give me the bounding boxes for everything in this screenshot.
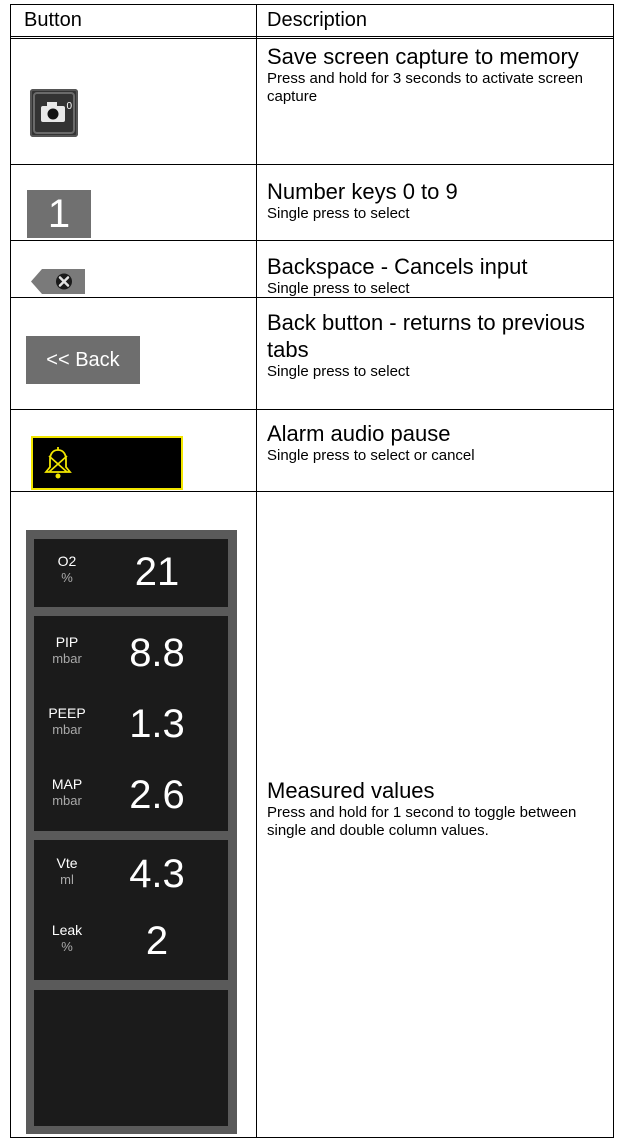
row-title: Back button - returns to previous tabs	[267, 310, 585, 362]
measure-unit: ml	[60, 872, 74, 887]
value-group-empty	[34, 990, 228, 1126]
row-subtitle: Press and hold for 1 second to toggle be…	[267, 804, 577, 839]
header-button: Button	[24, 9, 82, 31]
measure-label: Leak	[51, 922, 83, 938]
row-subtitle: Single press to select	[267, 205, 410, 222]
measured-values-panel[interactable]: O2 % 21 PIP mbar 8.8 PEEP mbar 1.3 MAP m…	[26, 530, 237, 1134]
help-table: Button Description 0 Save screen capture…	[10, 4, 614, 1138]
measure-value: 1.3	[129, 702, 185, 746]
row-measured-values: Measured values Press and hold for 1 sec…	[267, 777, 607, 840]
alarm-pause-button[interactable]	[31, 436, 183, 490]
back-button[interactable]: << Back	[26, 336, 140, 384]
screen-capture-button[interactable]: 0	[30, 89, 78, 137]
measure-unit: mbar	[52, 793, 82, 808]
row-divider	[11, 240, 613, 241]
row-title: Alarm audio pause	[267, 421, 451, 446]
row-divider	[11, 164, 613, 165]
value-group-pressure: PIP mbar 8.8 PEEP mbar 1.3 MAP mbar 2.6	[34, 616, 228, 831]
row-divider	[11, 491, 613, 492]
measure-unit: %	[61, 570, 73, 585]
measure-label: O2	[57, 553, 77, 569]
measured-map: MAP mbar 2.6	[34, 763, 228, 829]
header-description: Description	[267, 9, 368, 31]
camera-icon	[33, 92, 75, 134]
measured-peep: PEEP mbar 1.3	[34, 692, 228, 758]
row-alarm-pause: Alarm audio pause Single press to select…	[267, 420, 607, 465]
measure-unit: %	[61, 939, 73, 954]
value-group-volume: Vte ml 4.3 Leak % 2	[34, 840, 228, 980]
table-header: Button Description	[11, 5, 613, 39]
backspace-icon	[31, 269, 85, 294]
row-title: Backspace - Cancels input	[267, 254, 528, 279]
row-title: Measured values	[267, 778, 435, 803]
measure-value: 8.8	[129, 631, 185, 675]
alarm-bell-muted-icon	[44, 447, 72, 479]
measure-label: PIP	[55, 634, 79, 650]
measure-label: MAP	[51, 776, 83, 792]
measure-unit: mbar	[52, 722, 82, 737]
measure-value: 21	[134, 550, 180, 594]
measure-value: 2	[145, 919, 169, 963]
row-title: Save screen capture to memory	[267, 44, 579, 69]
row-divider	[11, 409, 613, 410]
measured-vte: Vte ml 4.3	[34, 842, 228, 908]
row-title: Number keys 0 to 9	[267, 179, 458, 204]
measured-o2: O2 % 21	[34, 540, 228, 606]
measure-unit: mbar	[52, 651, 82, 666]
measured-leak: Leak % 2	[34, 909, 228, 975]
row-subtitle: Single press to select or cancel	[267, 447, 475, 464]
capture-count: 0	[66, 101, 72, 112]
row-subtitle: Single press to select	[267, 363, 410, 380]
row-number-keys: Number keys 0 to 9 Single press to selec…	[267, 178, 607, 223]
row-backspace: Backspace - Cancels input Single press t…	[267, 253, 607, 298]
column-divider	[256, 5, 257, 1137]
measured-pip: PIP mbar 8.8	[34, 621, 228, 687]
number-key-button[interactable]: 1	[27, 190, 91, 238]
value-group-o2: O2 % 21	[34, 539, 228, 607]
backspace-button[interactable]	[30, 268, 86, 295]
row-screen-capture: Save screen capture to memory Press and …	[267, 43, 607, 106]
measure-value: 2.6	[129, 773, 185, 817]
row-subtitle: Press and hold for 3 seconds to activate…	[267, 70, 584, 105]
measure-value: 4.3	[129, 852, 185, 896]
row-back: Back button - returns to previous tabs S…	[267, 309, 607, 381]
measure-label: Vte	[56, 855, 78, 871]
row-subtitle: Single press to select	[267, 280, 410, 297]
measure-label: PEEP	[48, 705, 86, 721]
